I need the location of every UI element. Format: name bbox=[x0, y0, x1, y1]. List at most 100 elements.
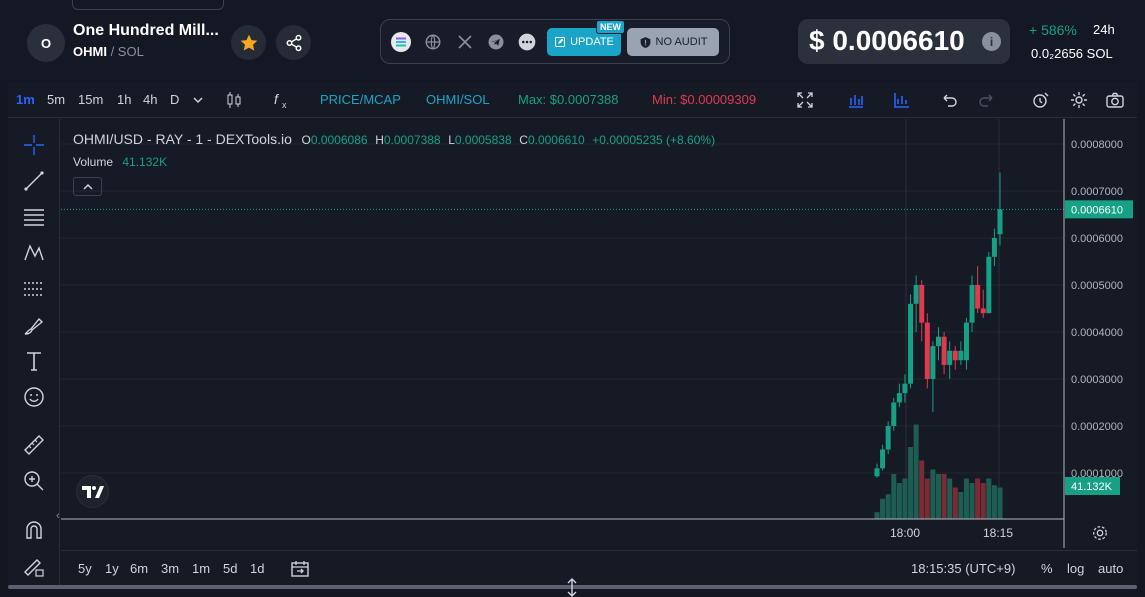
x-icon[interactable] bbox=[455, 32, 475, 52]
shield-icon bbox=[640, 36, 650, 48]
favorite-button[interactable] bbox=[231, 25, 266, 60]
volume-bar bbox=[952, 487, 958, 519]
volume-bar bbox=[936, 474, 941, 519]
candle-body bbox=[919, 285, 925, 323]
volume-bar bbox=[896, 483, 902, 519]
candle-body bbox=[980, 308, 986, 314]
candle-body bbox=[936, 336, 941, 347]
share-button[interactable] bbox=[276, 25, 311, 60]
volume-bar bbox=[885, 494, 891, 519]
avatar: O bbox=[27, 24, 65, 62]
range-bar: 5y 1y 6m 3m 1m 5d 1d 18:15:35 (UTC+9) % … bbox=[61, 550, 1137, 584]
tradingview-logo[interactable] bbox=[76, 475, 109, 508]
edit-icon bbox=[555, 37, 566, 47]
share-icon bbox=[286, 34, 301, 51]
candle-body bbox=[941, 336, 947, 365]
candles bbox=[874, 172, 1003, 478]
volume-bar bbox=[908, 447, 914, 519]
chevron-up-icon bbox=[82, 183, 93, 190]
range-5d[interactable]: 5d bbox=[223, 561, 237, 576]
legend-open-label: O bbox=[301, 133, 311, 147]
y-tick-label: 0.0008000 bbox=[1071, 139, 1123, 151]
axis-settings-icon[interactable] bbox=[1091, 524, 1109, 542]
candle-body bbox=[891, 402, 897, 426]
volume-bar bbox=[913, 424, 919, 519]
token-pair: OHMI / SOL bbox=[73, 44, 144, 59]
candle-body bbox=[997, 209, 1003, 235]
range-1m[interactable]: 1m bbox=[192, 561, 210, 576]
price-change: + 586% bbox=[1029, 22, 1077, 38]
legend-change: +0.00005235 (+8.60%) bbox=[592, 133, 716, 147]
volume-tag: 41.132K bbox=[1071, 481, 1113, 493]
social-links: UPDATE NEW NO AUDIT bbox=[380, 19, 730, 64]
globe-icon[interactable] bbox=[423, 32, 443, 52]
range-1d[interactable]: 1d bbox=[250, 561, 264, 576]
top-pill[interactable] bbox=[72, 0, 224, 10]
price-value: $ 0.0006610 bbox=[809, 25, 965, 56]
range-5y[interactable]: 5y bbox=[78, 561, 92, 576]
update-label: UPDATE bbox=[570, 36, 614, 48]
y-tick-label: 0.0007000 bbox=[1071, 186, 1123, 198]
candle-body bbox=[908, 303, 914, 384]
candle-body bbox=[930, 346, 936, 379]
new-badge: NEW bbox=[596, 20, 625, 34]
chart-widget: 1m 5m 15m 1h 4h D fx PRICE/MCAP OHMI/SOL… bbox=[8, 82, 1137, 589]
chart-grid bbox=[61, 119, 1064, 519]
info-icon[interactable]: i bbox=[982, 32, 1001, 51]
price-chart[interactable]: 0.0008000 0.0007000 0.0006000 0.0005000 0.00… bbox=[8, 82, 1137, 587]
volume-bar bbox=[874, 512, 880, 519]
volume-bars bbox=[874, 424, 1003, 519]
audit-button[interactable]: NO AUDIT bbox=[627, 28, 719, 56]
legend-low-label: L bbox=[448, 133, 455, 147]
y-tick-label: 0.0004000 bbox=[1071, 327, 1123, 339]
legend-symbol: OHMI/USD - RAY - 1 - DEXTools.io bbox=[73, 131, 292, 147]
legend-high: 0.0007388 bbox=[383, 133, 441, 147]
legend-low: 0.0005838 bbox=[454, 133, 512, 147]
range-1y[interactable]: 1y bbox=[105, 561, 119, 576]
volume-bar bbox=[880, 498, 886, 519]
candle-body bbox=[969, 285, 975, 323]
candle-body bbox=[991, 238, 997, 257]
more-icon[interactable] bbox=[517, 32, 537, 52]
star-icon bbox=[240, 34, 257, 51]
collapse-legend-button[interactable] bbox=[73, 177, 102, 196]
tradingview-icon bbox=[81, 485, 104, 498]
log-toggle[interactable]: log bbox=[1067, 561, 1084, 576]
clock-time[interactable]: 18:15:35 (UTC+9) bbox=[911, 561, 1015, 576]
volume-bar bbox=[919, 460, 925, 519]
pair-separator: / bbox=[106, 44, 118, 59]
range-3m[interactable]: 3m bbox=[161, 561, 179, 576]
volume-legend: Volume 41.132K bbox=[73, 155, 167, 169]
resize-handle-icon[interactable] bbox=[565, 578, 579, 597]
scroll-left-arrow[interactable]: ‹ bbox=[56, 510, 60, 522]
volume-bar bbox=[991, 485, 997, 519]
volume-bar bbox=[891, 474, 897, 519]
candle-body bbox=[947, 350, 953, 365]
change-period: 24h bbox=[1093, 22, 1115, 37]
volume-bar bbox=[975, 478, 981, 519]
candle-body bbox=[975, 285, 981, 309]
candle-body bbox=[885, 426, 891, 450]
pair-quote: SOL bbox=[117, 44, 144, 59]
legend-close: 0.0006610 bbox=[527, 133, 585, 147]
volume-bar bbox=[902, 478, 908, 519]
range-6m[interactable]: 6m bbox=[130, 561, 148, 576]
candle-body bbox=[952, 350, 958, 361]
candle-body bbox=[913, 285, 919, 304]
volume-bar bbox=[980, 483, 986, 519]
goto-date-icon[interactable] bbox=[289, 559, 311, 579]
y-tick-label: 0.0003000 bbox=[1071, 374, 1123, 386]
volume-bar bbox=[963, 478, 969, 519]
x-tick-label: 18:15 bbox=[983, 526, 1013, 540]
x-tick-label: 18:00 bbox=[890, 526, 920, 540]
auto-toggle[interactable]: auto bbox=[1098, 561, 1123, 576]
chart-legend: OHMI/USD - RAY - 1 - DEXTools.io O 0.0006… bbox=[73, 131, 715, 147]
solana-icon[interactable] bbox=[391, 32, 411, 52]
percent-toggle[interactable]: % bbox=[1041, 561, 1053, 576]
candle-body bbox=[958, 350, 964, 361]
y-tick-label: 0.0002000 bbox=[1071, 421, 1123, 433]
price-box: $ 0.0006610 i bbox=[798, 19, 1010, 64]
telegram-icon[interactable] bbox=[486, 32, 506, 52]
volume-bar bbox=[924, 478, 930, 519]
candle-body bbox=[924, 322, 930, 379]
